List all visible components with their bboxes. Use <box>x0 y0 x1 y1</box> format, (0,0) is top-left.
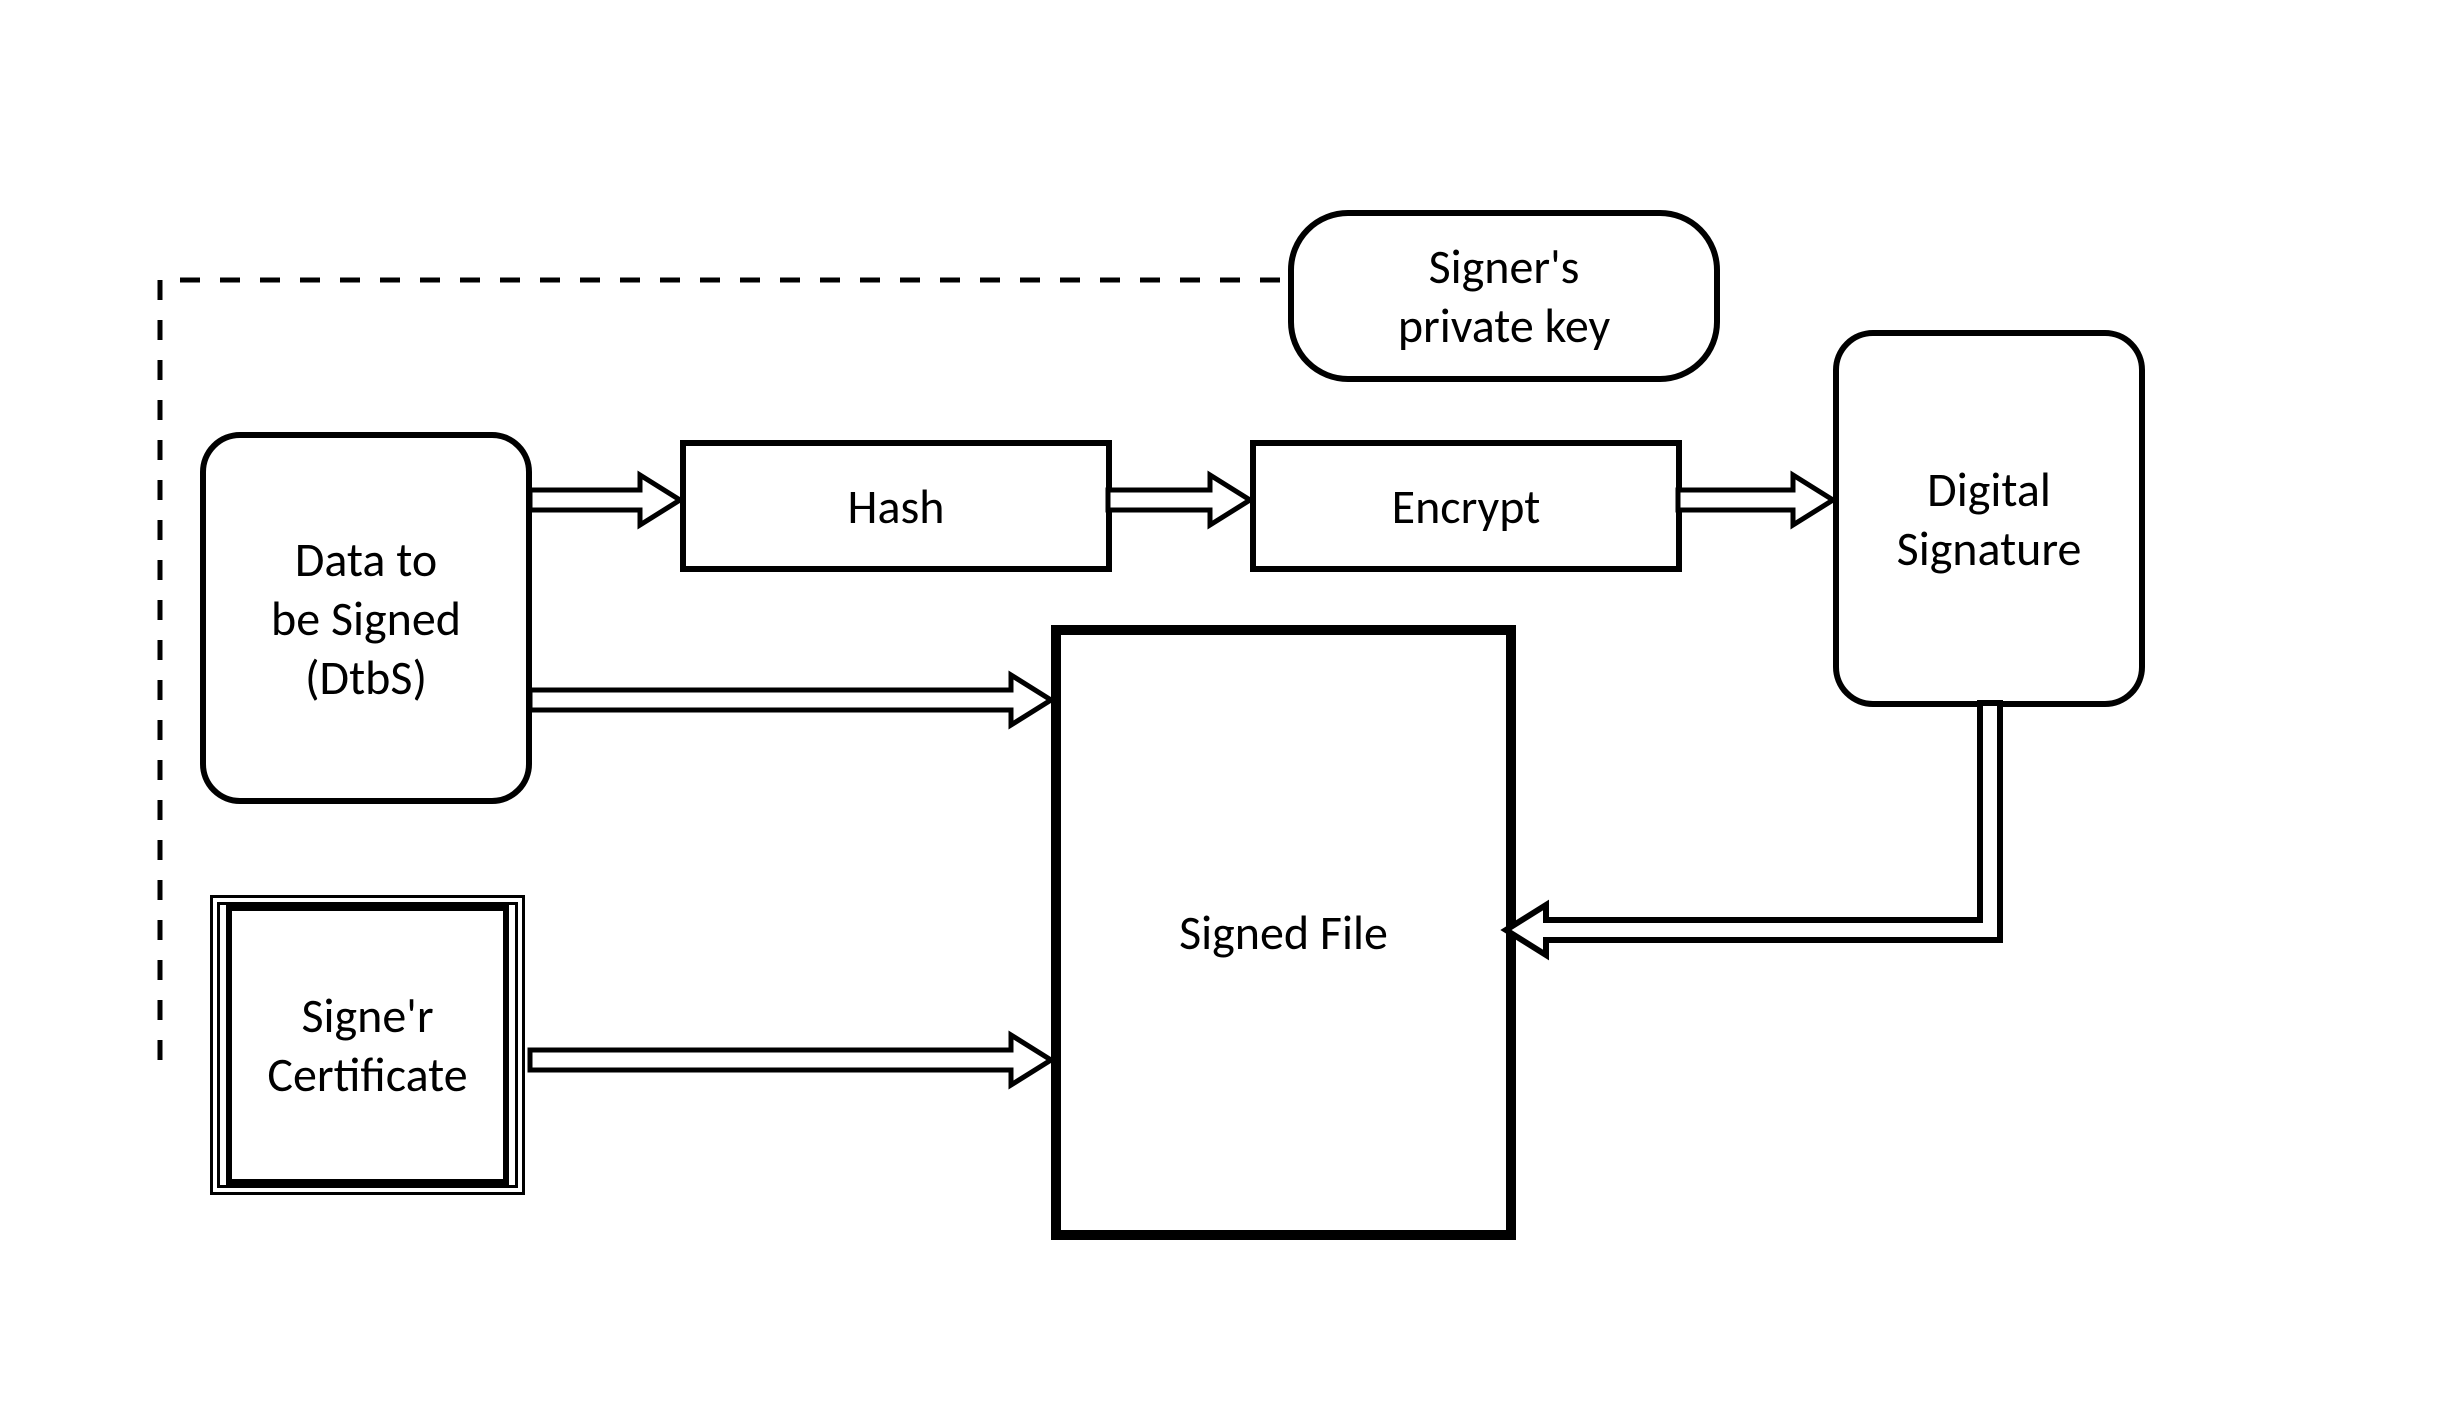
node-digital-signature-label: Digital Signature <box>1897 460 2082 578</box>
node-hash-label: Hash <box>848 477 945 536</box>
arrow-dtbs-to-hash <box>530 475 680 525</box>
arrow-cert-to-signedfile <box>530 1035 1051 1085</box>
node-digital-signature: Digital Signature <box>1833 330 2145 707</box>
arrow-digsig-to-signedfile <box>1506 703 2000 955</box>
arrow-hash-to-encrypt <box>1108 475 1250 525</box>
node-data-to-be-signed: Data to be Signed (DtbS) <box>200 432 532 804</box>
arrow-dtbs-to-signedfile <box>530 675 1051 725</box>
node-encrypt-label: Encrypt <box>1392 477 1541 536</box>
arrow-encrypt-to-digital-signature <box>1678 475 1833 525</box>
node-data-to-be-signed-label: Data to be Signed (DtbS) <box>271 530 461 707</box>
node-hash: Hash <box>680 440 1112 572</box>
node-private-key: Signer's private key <box>1288 210 1720 382</box>
node-encrypt: Encrypt <box>1250 440 1682 572</box>
node-signer-certificate-label: Signe'r Certificate <box>267 986 467 1104</box>
node-signer-certificate: Signe'r Certificate <box>210 895 525 1195</box>
node-signed-file-label: Signed File <box>1179 903 1388 962</box>
node-signed-file: Signed File <box>1051 625 1516 1240</box>
node-private-key-label: Signer's private key <box>1398 237 1610 355</box>
